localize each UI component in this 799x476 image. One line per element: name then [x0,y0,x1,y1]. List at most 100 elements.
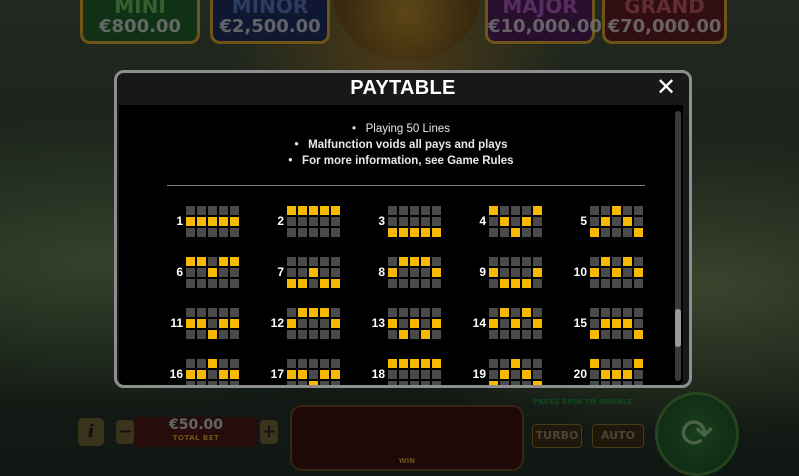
payline-number: 5 [580,214,587,228]
payline-cell [230,268,239,277]
paytable-dialog: PAYTABLE ✕ Playing 50 Lines Malfunction … [114,70,692,388]
payline-cell [634,257,643,266]
payline-cell-active [186,370,195,379]
scrollbar-thumb[interactable] [675,309,681,347]
payline-number: 13 [371,316,385,330]
payline-cell-active [208,268,217,277]
payline-cell [287,217,296,226]
payline-cell [500,359,509,368]
payline-cell [634,279,643,288]
payline-cell-active [634,268,643,277]
payline-cell [230,308,239,317]
payline-cell-active [230,319,239,328]
payline-cell [186,206,195,215]
payline-cell [623,268,632,277]
payline-cell [634,308,643,317]
payline-cell [331,268,340,277]
payline-cell [410,206,419,215]
payline-cell [500,268,509,277]
payline-number: 17 [270,367,284,381]
payline-pattern [388,308,441,339]
payline-cell [410,268,419,277]
payline-cell [197,279,206,288]
payline-cell-active [320,206,329,215]
payline-cell [489,228,498,237]
payline-cell [421,206,430,215]
payline-cell [331,308,340,317]
payline-cell [331,381,340,385]
payline-cell-active [601,370,610,379]
close-button[interactable]: ✕ [653,74,679,100]
payline-cell-active [331,206,340,215]
payline-cell [432,206,441,215]
payline-cell [298,257,307,266]
payline-cell [522,359,531,368]
payline-pattern [287,308,340,339]
payline-cell [208,308,217,317]
payline-cell [500,206,509,215]
payline-cell [432,279,441,288]
payline-cell-active [489,206,498,215]
payline-cell [410,370,419,379]
payline-pattern [388,359,441,385]
payline-cell-active [287,370,296,379]
payline-cell-active [320,370,329,379]
payline-cell-active [309,206,318,215]
payline-cell [287,381,296,385]
payline-cell [320,381,329,385]
payline-cell-active [623,217,632,226]
payline-cell-active [186,217,195,226]
payline-cell [500,228,509,237]
payline-cell-active [612,319,621,328]
payline-cell [489,217,498,226]
payline-cell-active [500,217,509,226]
payline-cell [388,381,397,385]
payline-cell [511,330,520,339]
payline-cell [533,257,542,266]
payline-cell-active [208,330,217,339]
payline-cell-active [421,257,430,266]
payline-cell-active [219,370,228,379]
payline-number: 4 [479,214,486,228]
payline-cell [432,381,441,385]
payline-cell [612,381,621,385]
payline-cell [219,359,228,368]
payline-cell-active [432,359,441,368]
payline-cell [410,330,419,339]
payline-cell-active [410,359,419,368]
payline-cell-active [287,206,296,215]
payline-cell-active [219,217,228,226]
payline-cell [500,257,509,266]
payline-cell-active [590,330,599,339]
payline-cell-active [522,217,531,226]
payline-cell-active [421,330,430,339]
payline-cell [634,319,643,328]
payline-cell-active [623,370,632,379]
payline-cell [320,330,329,339]
payline-cell [388,308,397,317]
payline-cell [309,279,318,288]
payline-cell-active [219,257,228,266]
scrollbar[interactable] [675,111,681,381]
payline-cell-active [219,319,228,328]
payline-cell [623,359,632,368]
payline-cell-active [197,319,206,328]
dialog-body[interactable]: Playing 50 Lines Malfunction voids all p… [119,105,683,385]
payline-cell [432,257,441,266]
payline-cell [432,370,441,379]
payline-cell-active [432,228,441,237]
payline-cell [287,257,296,266]
payline-cell [601,381,610,385]
payline-number: 8 [378,265,385,279]
payline-cell-active [489,268,498,277]
payline-cell [287,308,296,317]
payline-cell [612,279,621,288]
payline-cell-active [511,279,520,288]
payline-cell [197,228,206,237]
payline-pattern [287,359,340,385]
payline-cell [298,359,307,368]
payline-cell [432,330,441,339]
payline-cell [590,217,599,226]
payline-cell-active [186,257,195,266]
payline-cell [230,279,239,288]
